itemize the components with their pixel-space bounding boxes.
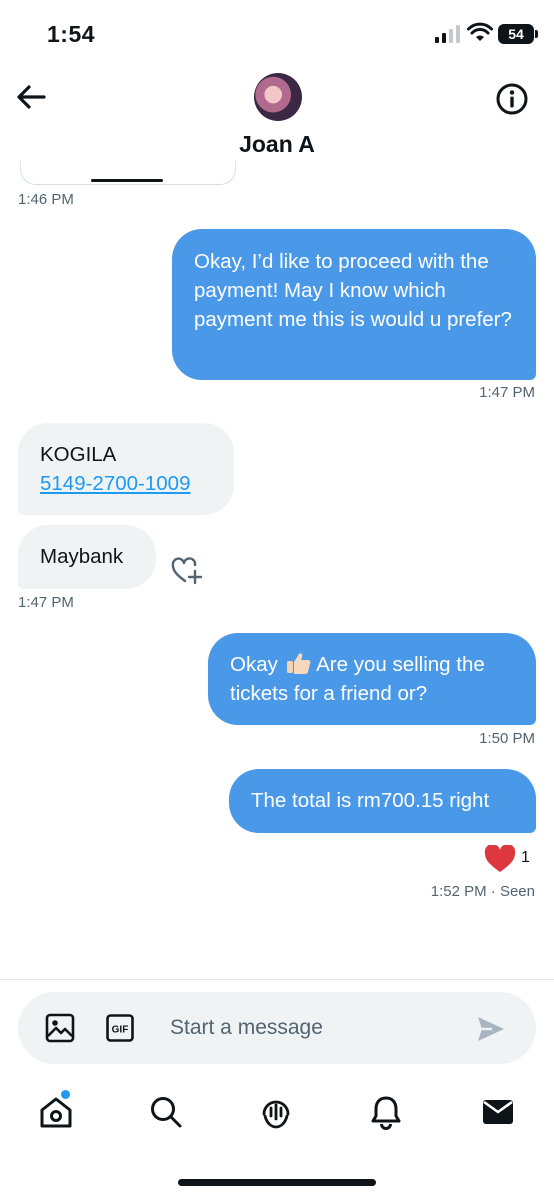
sent-message-bubble[interactable]: The total is rm700.15 right bbox=[229, 769, 536, 833]
message-timestamp: 1:47 PM bbox=[18, 594, 74, 611]
seen-indicator: · Seen bbox=[490, 883, 535, 900]
wifi-icon bbox=[467, 22, 493, 41]
message-text: KOGILA bbox=[40, 443, 117, 466]
preview-bar bbox=[91, 179, 163, 182]
spaces-icon[interactable] bbox=[258, 1094, 294, 1130]
message-timestamp: 1:50 PM bbox=[479, 730, 535, 747]
add-reaction-icon[interactable] bbox=[171, 556, 203, 586]
status-bar: 1:54 54 bbox=[0, 0, 554, 70]
message-timestamp: 1:52 PM bbox=[430, 883, 487, 900]
notification-dot bbox=[61, 1090, 70, 1099]
svg-text:GIF: GIF bbox=[112, 1025, 129, 1036]
home-indicator bbox=[178, 1179, 376, 1186]
message-input[interactable] bbox=[170, 1013, 450, 1043]
gif-icon[interactable]: GIF bbox=[106, 1014, 134, 1042]
message-text: Okay, I’d like to proceed with the payme… bbox=[194, 250, 512, 331]
notifications-icon[interactable] bbox=[368, 1094, 404, 1130]
received-message-bubble[interactable]: KOGILA 5149-2700-1009 bbox=[18, 423, 234, 515]
contact-avatar[interactable] bbox=[254, 73, 302, 121]
account-number-link[interactable]: 5149-2700-1009 bbox=[40, 472, 190, 495]
cellular-signal-icon bbox=[435, 25, 460, 43]
image-icon[interactable] bbox=[45, 1013, 75, 1043]
reaction-count: 1 bbox=[521, 849, 530, 866]
battery-level: 54 bbox=[498, 24, 534, 44]
message-status: 1:52 PM · Seen bbox=[431, 883, 535, 900]
back-arrow-icon[interactable] bbox=[14, 82, 48, 112]
messages-icon[interactable] bbox=[480, 1094, 516, 1130]
message-text: The total is rm700.15 right bbox=[251, 789, 490, 812]
message-text: Okay bbox=[230, 653, 284, 676]
status-time: 1:54 bbox=[47, 21, 96, 47]
send-icon[interactable] bbox=[476, 1015, 506, 1043]
message-timestamp: 1:46 PM bbox=[18, 191, 74, 208]
composer-divider bbox=[0, 979, 554, 980]
message-timestamp: 1:47 PM bbox=[479, 384, 535, 401]
search-icon[interactable] bbox=[148, 1094, 184, 1130]
info-icon[interactable] bbox=[495, 82, 529, 116]
thumbs-up-emoji-icon bbox=[286, 653, 310, 674]
sent-message-bubble[interactable]: Okay, I’d like to proceed with the payme… bbox=[172, 229, 536, 380]
message-text: Maybank bbox=[40, 545, 124, 568]
heart-reaction-icon[interactable] bbox=[484, 845, 516, 873]
received-message-bubble[interactable]: Maybank bbox=[18, 525, 156, 589]
sent-message-bubble[interactable]: Okay Are you selling the tickets for a f… bbox=[208, 633, 536, 725]
header-fade bbox=[0, 152, 554, 172]
home-icon[interactable] bbox=[38, 1094, 74, 1130]
battery-tip bbox=[535, 30, 538, 38]
